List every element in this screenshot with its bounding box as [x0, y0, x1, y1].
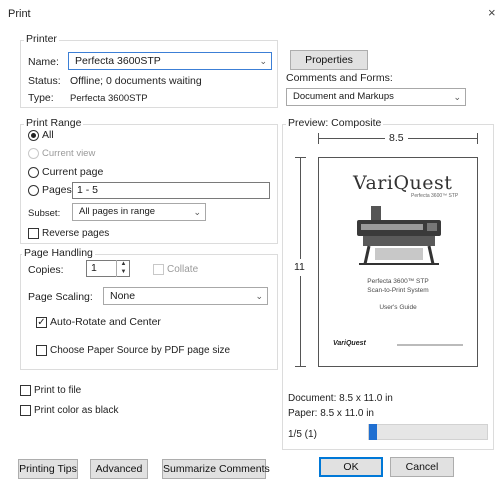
- properties-button[interactable]: Properties: [290, 50, 368, 70]
- copies-label: Copies:: [28, 264, 64, 276]
- radio-all[interactable]: [28, 130, 39, 141]
- width-ruler-right-tick: [477, 133, 478, 144]
- radio-current-view[interactable]: [28, 148, 39, 159]
- copies-value: 1: [91, 262, 97, 274]
- spin-up-icon[interactable]: ▲: [117, 260, 130, 268]
- height-ruler-bottom-tick: [295, 366, 306, 367]
- reverse-pages-checkbox[interactable]: [28, 228, 39, 239]
- spin-down-icon[interactable]: ▼: [117, 268, 130, 276]
- preview-page: VariQuest Perfecta 3600™ STP Perfecta 36…: [318, 157, 478, 367]
- printer-group: [20, 40, 278, 108]
- chevron-down-icon: ⌄: [453, 92, 461, 102]
- paper-size: Paper: 8.5 x 11.0 in: [288, 408, 374, 419]
- subset-label: Subset:: [28, 208, 61, 219]
- page-slider-thumb[interactable]: [369, 424, 377, 440]
- window-title: Print: [8, 8, 31, 20]
- doc-footer-logo: VariQuest: [333, 340, 366, 347]
- cancel-button[interactable]: Cancel: [390, 457, 454, 477]
- radio-current-page[interactable]: [28, 167, 39, 178]
- printing-tips-button[interactable]: Printing Tips: [18, 459, 78, 479]
- print-to-file-checkbox[interactable]: [20, 385, 31, 396]
- auto-rotate-label: Auto-Rotate and Center: [50, 316, 161, 328]
- printer-name-label: Name:: [28, 56, 59, 68]
- printer-type-value: Perfecta 3600STP: [70, 93, 148, 104]
- subset-value: All pages in range: [79, 206, 156, 217]
- width-ruler-left-tick: [318, 133, 319, 144]
- chevron-down-icon: ⌄: [259, 56, 267, 66]
- chevron-down-icon: ⌄: [255, 291, 263, 301]
- print-color-black-label: Print color as black: [34, 405, 119, 416]
- printer-name-value: Perfecta 3600STP: [75, 55, 161, 67]
- printer-type-label: Type:: [28, 92, 54, 104]
- preview-label: Preview: Composite: [286, 117, 384, 129]
- comments-forms-value: Document and Markups: [293, 91, 394, 102]
- print-color-black-checkbox[interactable]: [20, 405, 31, 416]
- ok-button[interactable]: OK: [319, 457, 383, 477]
- subset-select[interactable]: All pages in range ⌄: [72, 203, 206, 221]
- page-handling-label: Page Handling: [22, 247, 95, 259]
- width-ruler-label: 8.5: [385, 132, 408, 145]
- chevron-down-icon: ⌄: [193, 207, 201, 217]
- choose-paper-source-checkbox[interactable]: [36, 345, 47, 356]
- printer-status-value: Offline; 0 documents waiting: [70, 75, 202, 87]
- radio-all-label: All: [42, 129, 54, 141]
- advanced-button[interactable]: Advanced: [90, 459, 148, 479]
- doc-footer-rule: [397, 344, 463, 346]
- printer-status-label: Status:: [28, 75, 61, 87]
- collate-checkbox[interactable]: [153, 264, 164, 275]
- printer-illustration-icon: [357, 206, 441, 265]
- choose-paper-source-label: Choose Paper Source by PDF page size: [50, 345, 231, 356]
- document-size: Document: 8.5 x 11.0 in: [288, 393, 393, 404]
- doc-line-3: User's Guide: [379, 304, 417, 311]
- pages-input[interactable]: 1 - 5: [72, 182, 270, 199]
- printer-name-select[interactable]: Perfecta 3600STP ⌄: [68, 52, 272, 70]
- reverse-pages-label: Reverse pages: [42, 228, 110, 239]
- doc-line-2: Scan-to-Print System: [367, 287, 429, 294]
- page-slider-track[interactable]: [368, 424, 488, 440]
- radio-current-view-label: Current view: [42, 148, 96, 159]
- printer-group-label: Printer: [24, 33, 59, 45]
- collate-label: Collate: [167, 264, 199, 275]
- copies-spinner[interactable]: ▲ ▼: [116, 260, 130, 277]
- auto-rotate-checkbox[interactable]: ✓: [36, 317, 47, 328]
- comments-forms-label: Comments and Forms:: [286, 72, 393, 84]
- page-scaling-label: Page Scaling:: [28, 291, 93, 303]
- radio-pages[interactable]: [28, 185, 39, 196]
- close-icon[interactable]: ×: [488, 6, 496, 19]
- print-range-label: Print Range: [24, 117, 84, 129]
- doc-line-1: Perfecta 3600™ STP: [367, 278, 429, 285]
- page-scaling-value: None: [110, 290, 136, 302]
- radio-pages-label: Pages: [42, 184, 72, 196]
- print-to-file-label: Print to file: [34, 385, 82, 396]
- page-scaling-select[interactable]: None ⌄: [103, 287, 268, 305]
- doc-brand-subtitle: Perfecta 3600™ STP: [411, 193, 459, 199]
- summarize-comments-button[interactable]: Summarize Comments: [162, 459, 270, 479]
- height-ruler-top-tick: [295, 157, 306, 158]
- comments-forms-select[interactable]: Document and Markups ⌄: [286, 88, 466, 106]
- doc-brand-logo: VariQuest: [353, 172, 453, 194]
- height-ruler-label: 11: [294, 259, 305, 276]
- radio-current-page-label: Current page: [42, 166, 104, 178]
- page-indicator: 1/5 (1): [288, 429, 317, 440]
